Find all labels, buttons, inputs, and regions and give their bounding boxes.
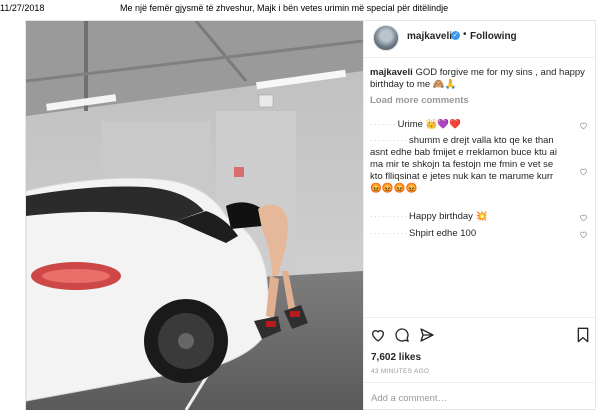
parking-garage-image: [26, 21, 363, 410]
paper-plane-icon[interactable]: [419, 327, 435, 343]
comment-item: · · · · · · · Urime 👑💜❤️: [370, 119, 560, 131]
post-side-panel: majkaveli ✓ • Following majkaveli GOD fo…: [363, 21, 597, 410]
add-comment-bar: Add a comment…: [364, 382, 597, 410]
comment-heart-icon[interactable]: [579, 213, 588, 222]
comment-username-blurred: · · · · · · · · · ·: [370, 135, 407, 146]
speech-bubble-icon[interactable]: [394, 327, 410, 343]
post-actions: 7,602 likes 43 MINUTES AGO Add a comment…: [364, 317, 597, 410]
comment-text: Urime 👑💜❤️: [397, 119, 462, 130]
comment-username-blurred: · · · · · · ·: [370, 119, 396, 130]
avatar[interactable]: [373, 25, 399, 51]
caption-block: majkaveli GOD forgive me for my sins , a…: [370, 67, 592, 107]
load-more-comments-link[interactable]: Load more comments: [370, 95, 592, 107]
instagram-post: majkaveli ✓ • Following majkaveli GOD fo…: [25, 20, 597, 410]
separator-dot: •: [463, 29, 467, 40]
comment-heart-icon[interactable]: [579, 121, 588, 130]
comment-username-blurred: · · · · · · · · · ·: [370, 228, 407, 239]
comment-heart-icon[interactable]: [579, 167, 588, 176]
comment-item: · · · · · · · · · · Shpirt edhe 100: [370, 228, 560, 240]
comment-item: · · · · · · · · · · Happy birthday 💥: [370, 211, 560, 223]
caption: majkaveli GOD forgive me for my sins , a…: [370, 67, 592, 91]
post-username[interactable]: majkaveli: [407, 31, 452, 42]
print-date: 11/27/2018: [0, 3, 45, 13]
comment-item: · · · · · · · · · · shumm e drejt valla …: [370, 135, 560, 195]
verified-badge-icon: ✓: [451, 31, 460, 40]
post-photo: [26, 21, 363, 410]
add-comment-input[interactable]: Add a comment…: [371, 393, 447, 404]
following-button[interactable]: Following: [470, 31, 517, 42]
post-header: majkaveli ✓ • Following: [364, 21, 597, 58]
heart-outline-icon[interactable]: [370, 327, 386, 343]
comment-text: Happy birthday 💥: [409, 211, 488, 222]
comment-username-blurred: · · · · · · · · · ·: [370, 211, 407, 222]
like-count[interactable]: 7,602 likes: [371, 352, 421, 363]
comment-text: Shpirt edhe 100: [409, 228, 477, 239]
print-title: Me një femër gjysmë të zhveshur, Majk i …: [120, 3, 449, 13]
caption-username[interactable]: majkaveli: [370, 67, 413, 78]
post-timestamp: 43 MINUTES AGO: [371, 368, 430, 375]
bookmark-icon[interactable]: [576, 327, 590, 343]
comment-heart-icon[interactable]: [579, 230, 588, 239]
